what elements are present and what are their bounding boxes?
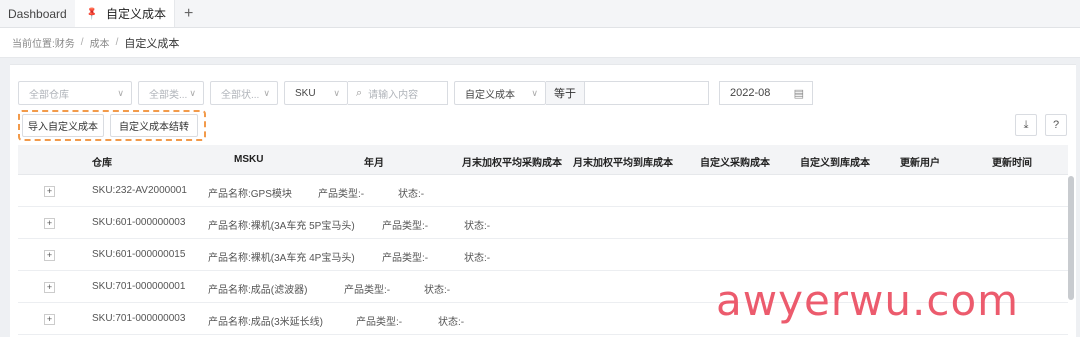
row-product-name: 产品名称:成品(3米延长线): [208, 317, 323, 328]
row-product-name: 产品名称:GPS模块: [208, 189, 292, 200]
tab-custom-cost[interactable]: 📌 自定义成本: [74, 0, 175, 27]
import-custom-cost-button[interactable]: 导入自定义成本: [22, 114, 105, 137]
search-placeholder: 请输入内容: [368, 89, 419, 101]
sku-type-value: SKU: [295, 87, 316, 99]
add-tab-button[interactable]: +: [175, 0, 203, 27]
operator-label: 等于: [546, 81, 585, 105]
value-input[interactable]: [585, 81, 709, 105]
chevron-down-icon: ∨: [263, 87, 270, 98]
row-sku: SKU:601-000000015: [92, 249, 186, 260]
column-header: 自定义采购成本: [700, 158, 770, 169]
help-icon[interactable]: ?: [1045, 114, 1067, 136]
tab-dashboard[interactable]: Dashboard: [0, 0, 75, 27]
column-header: 月末加权平均采购成本: [462, 158, 562, 169]
warehouse-select-value: 全部仓库: [29, 89, 69, 101]
custom-field-select[interactable]: 自定义成本 ∨: [454, 81, 546, 105]
row-status: 状态:-: [464, 221, 491, 232]
row-sku: SKU:701-000000001: [92, 281, 186, 292]
expand-row-icon[interactable]: +: [44, 218, 55, 229]
column-header: MSKU: [234, 154, 264, 165]
expand-row-icon[interactable]: +: [44, 282, 55, 293]
table-header: 仓库 MSKU 年月 月末加权平均采购成本 月末加权平均到库成本 自定义采购成本…: [18, 145, 1068, 175]
column-header: 更新用户: [900, 158, 940, 169]
custom-field-value: 自定义成本: [465, 89, 515, 101]
carryover-custom-cost-button[interactable]: 自定义成本结转: [110, 114, 198, 137]
status-select[interactable]: 全部状... ∨: [210, 81, 278, 105]
warehouse-select[interactable]: 全部仓库 ∨: [18, 81, 132, 105]
month-picker-value: 2022-08: [730, 87, 771, 99]
row-status: 状态:-: [464, 253, 491, 264]
category-select[interactable]: 全部类... ∨: [138, 81, 204, 105]
table-row[interactable]: + SKU:601-000000003 产品名称:裸机(3A车充 5P宝马头) …: [18, 208, 1068, 239]
column-header: 自定义到库成本: [800, 158, 870, 169]
table-row[interactable]: + SKU:601-000000015 产品名称:裸机(3A车充 4P宝马头) …: [18, 240, 1068, 271]
sku-type-select[interactable]: SKU ∨: [284, 81, 348, 105]
column-header: 年月: [364, 158, 384, 169]
row-status: 状态:-: [424, 285, 451, 296]
breadcrumb-level2[interactable]: 成本: [90, 35, 110, 50]
column-header: 月末加权平均到库成本: [573, 158, 673, 169]
row-product-type: 产品类型:-: [356, 317, 403, 328]
row-product-type: 产品类型:-: [318, 189, 365, 200]
chevron-down-icon: ∨: [117, 87, 124, 98]
highlighted-button-group: 导入自定义成本 自定义成本结转: [18, 110, 206, 141]
column-header: 更新时间: [992, 158, 1032, 169]
row-sku: SKU:601-000000003: [92, 217, 186, 228]
row-product-type: 产品类型:-: [344, 285, 391, 296]
breadcrumb-level1[interactable]: 财务: [55, 35, 75, 50]
search-icon: ⌕: [356, 86, 363, 99]
search-input[interactable]: ⌕ 请输入内容: [348, 81, 448, 105]
month-picker[interactable]: 2022-08 ▤: [719, 81, 813, 105]
row-product-type: 产品类型:-: [382, 221, 429, 232]
category-select-value: 全部类...: [149, 89, 188, 101]
row-sku: SKU:701-000000003: [92, 313, 186, 324]
vertical-scrollbar[interactable]: [1068, 176, 1074, 300]
chevron-down-icon: ∨: [189, 87, 196, 98]
row-product-name: 产品名称:裸机(3A车充 4P宝马头): [208, 253, 355, 264]
column-header: 仓库: [92, 158, 112, 169]
chevron-down-icon: ∨: [333, 87, 340, 98]
site-watermark: awyerwu.com: [716, 276, 1020, 325]
row-sku: SKU:232-AV2000001: [92, 185, 187, 196]
tab-label: 自定义成本: [105, 7, 166, 21]
row-status: 状态:-: [438, 317, 465, 328]
table-row[interactable]: + SKU:232-AV2000001 产品名称:GPS模块 产品类型:- 状态…: [18, 176, 1068, 207]
row-product-name: 产品名称:成品(滤波器): [208, 285, 308, 296]
status-select-value: 全部状...: [221, 89, 260, 101]
filter-bar: 全部仓库 ∨ 全部类... ∨ 全部状... ∨ SKU ∨ ⌕ 请输入内容 自…: [18, 81, 813, 105]
tab-bar: Dashboard 📌 自定义成本 +: [0, 0, 1080, 28]
chevron-down-icon: ∨: [531, 87, 538, 98]
row-product-name: 产品名称:裸机(3A车充 5P宝马头): [208, 221, 355, 232]
breadcrumb-prefix: 当前位置:: [12, 39, 55, 50]
row-product-type: 产品类型:-: [382, 253, 429, 264]
breadcrumb-separator: /: [115, 37, 119, 48]
breadcrumb-separator: /: [80, 37, 84, 48]
breadcrumb-current: 自定义成本: [124, 37, 180, 50]
expand-row-icon[interactable]: +: [44, 250, 55, 261]
expand-row-icon[interactable]: +: [44, 314, 55, 325]
row-status: 状态:-: [398, 189, 425, 200]
expand-row-icon[interactable]: +: [44, 186, 55, 197]
calendar-icon: ▤: [793, 87, 804, 100]
download-icon[interactable]: ⤓: [1015, 114, 1037, 136]
pin-icon[interactable]: 📌: [84, 6, 100, 22]
breadcrumb: 当前位置: 财务 / 成本 / 自定义成本: [0, 28, 1080, 58]
